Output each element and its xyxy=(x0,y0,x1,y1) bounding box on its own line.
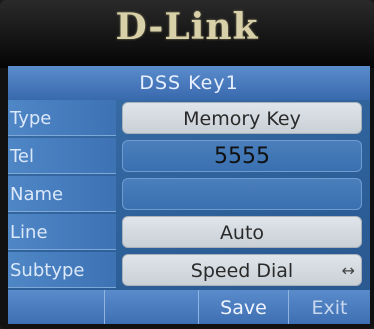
subtype-field[interactable]: Speed Dial ↔ xyxy=(122,254,362,286)
tel-field[interactable]: 5555 xyxy=(122,140,362,172)
exit-button[interactable]: Exit xyxy=(288,290,370,324)
name-field[interactable] xyxy=(122,178,362,210)
save-button[interactable]: Save xyxy=(198,290,288,324)
phone-screen: DSS Key1 Type Memory Key Tel 5555 Name L… xyxy=(8,66,370,324)
phone-bezel: D-Link xyxy=(0,0,374,68)
screen-title: DSS Key1 xyxy=(8,66,370,100)
left-right-arrows-icon[interactable]: ↔ xyxy=(342,255,355,287)
softkey-bar: Save Exit xyxy=(8,290,370,324)
line-label: Line xyxy=(8,214,116,250)
subtype-value: Speed Dial xyxy=(190,260,294,282)
phone-device: D-Link DSS Key1 Type Memory Key Tel 5555… xyxy=(0,0,374,329)
tel-label: Tel xyxy=(8,138,116,174)
subtype-label: Subtype xyxy=(8,252,116,288)
line-field[interactable]: Auto xyxy=(122,216,362,248)
brand-logo: D-Link xyxy=(115,6,259,48)
name-label: Name xyxy=(8,176,116,212)
row-name: Name xyxy=(8,176,370,212)
row-subtype: Subtype Speed Dial ↔ xyxy=(8,252,370,288)
softkey-2[interactable] xyxy=(104,290,198,324)
type-field[interactable]: Memory Key xyxy=(122,102,362,134)
row-type: Type Memory Key xyxy=(8,100,370,136)
softkey-1[interactable] xyxy=(8,290,104,324)
type-label: Type xyxy=(8,100,116,136)
row-tel: Tel 5555 xyxy=(8,138,370,174)
row-line: Line Auto xyxy=(8,214,370,250)
